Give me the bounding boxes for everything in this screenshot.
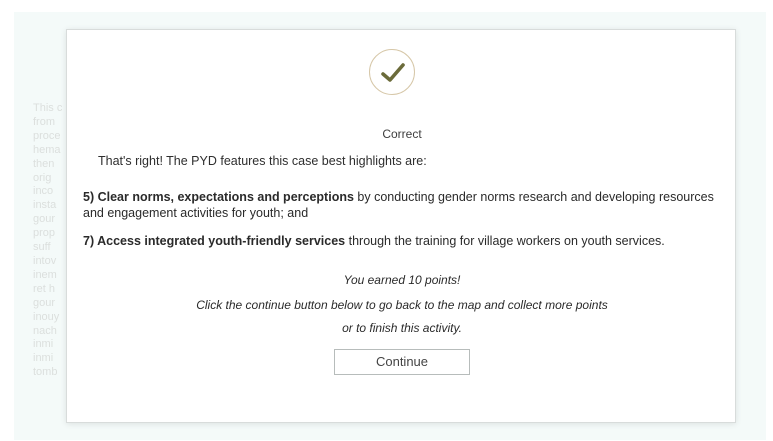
- feedback-item-7: 7) Access integrated youth-friendly serv…: [83, 233, 723, 249]
- correct-badge: [369, 49, 415, 95]
- feedback-title: Correct: [382, 127, 422, 141]
- feedback-item-5-heading: 5) Clear norms, expectations and percept…: [83, 190, 354, 204]
- feedback-item-7-heading: 7) Access integrated youth-friendly serv…: [83, 234, 346, 248]
- checkmark-icon: [381, 63, 405, 82]
- points-earned: You earned 10 points!: [343, 273, 461, 287]
- feedback-dialog: Correct That's right! The PYD features t…: [66, 29, 736, 423]
- continue-instruction-line-1: Click the continue button below to go ba…: [196, 298, 608, 312]
- continue-instruction-line-2: or to finish this activity.: [342, 321, 462, 335]
- continue-button[interactable]: Continue: [334, 349, 470, 375]
- feedback-item-5: 5) Clear norms, expectations and percept…: [83, 189, 723, 221]
- feedback-intro: That's right! The PYD features this case…: [98, 154, 427, 168]
- feedback-item-7-text: through the training for village workers…: [345, 234, 665, 248]
